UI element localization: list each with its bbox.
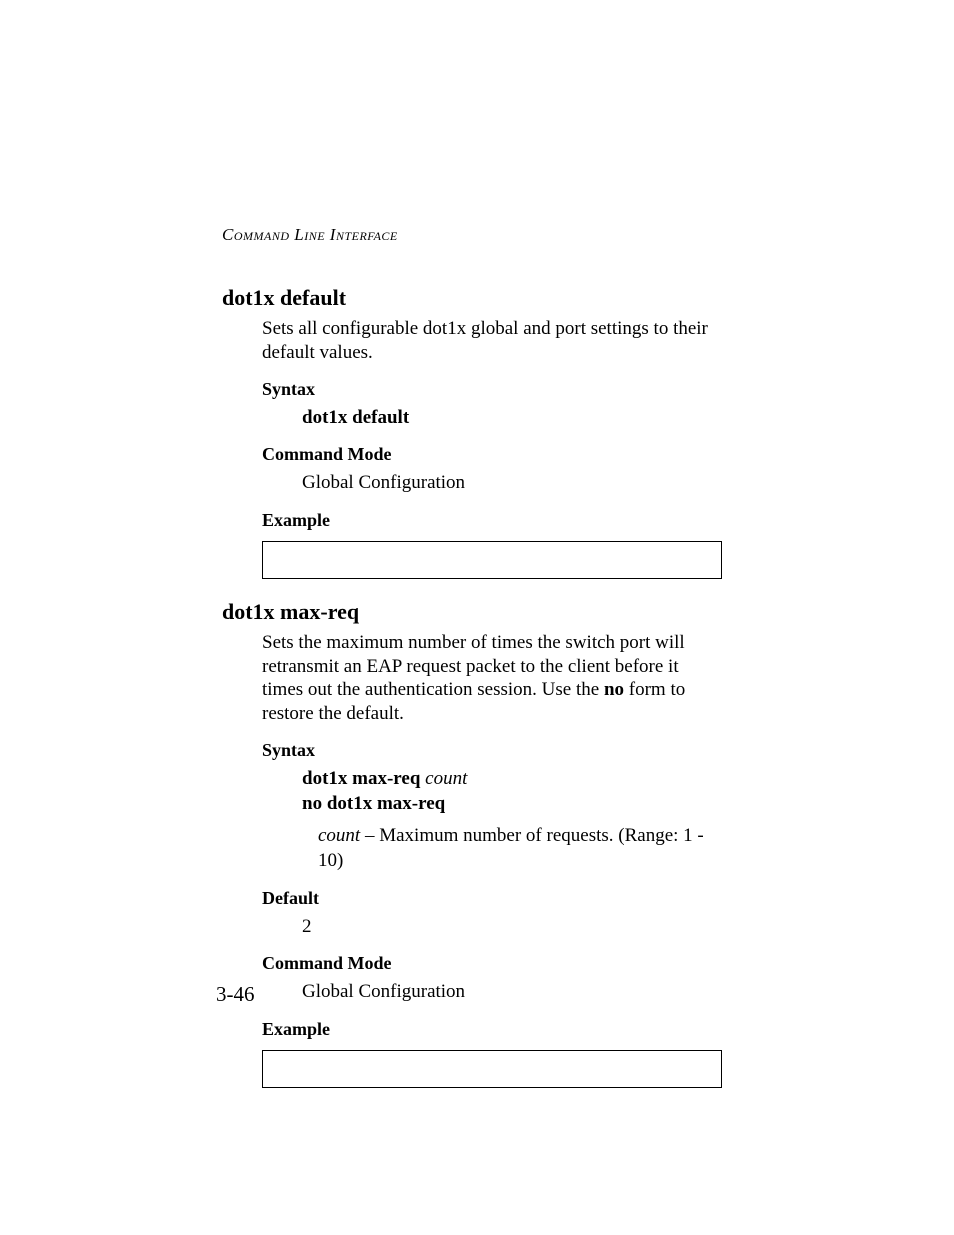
example-label: Example [262, 1019, 719, 1040]
running-header: Command Line Interface [222, 225, 719, 245]
command-mode-label: Command Mode [262, 444, 719, 465]
syntax-command: dot1x max-req count [302, 767, 719, 792]
section-heading: dot1x default [222, 285, 719, 311]
syntax-label: Syntax [262, 740, 719, 761]
example-box [262, 1050, 722, 1088]
default-label: Default [262, 888, 719, 909]
syntax-cmd-bold: dot1x max-req [302, 768, 420, 789]
syntax-label: Syntax [262, 379, 719, 400]
command-mode-value: Global Configuration [302, 471, 719, 496]
document-page: Command Line Interface dot1x default Set… [0, 0, 954, 1235]
command-mode-value: Global Configuration [302, 980, 719, 1005]
section-description: Sets the maximum number of times the swi… [262, 631, 719, 726]
syntax-no-command: no dot1x max-req [302, 792, 719, 817]
example-box [262, 541, 722, 579]
param-description: count – Maximum number of requests. (Ran… [318, 824, 719, 873]
section-heading: dot1x max-req [222, 599, 719, 625]
param-text: – Maximum number of requests. (Range: 1 … [318, 825, 704, 871]
example-label: Example [262, 510, 719, 531]
section-description: Sets all configurable dot1x global and p… [262, 317, 719, 365]
default-value: 2 [302, 915, 719, 940]
command-mode-label: Command Mode [262, 953, 719, 974]
param-name: count [318, 825, 360, 846]
syntax-cmd-param: count [420, 768, 467, 789]
desc-bold: no [604, 679, 624, 700]
syntax-command: dot1x default [302, 406, 719, 431]
page-number: 3-46 [216, 982, 255, 1007]
